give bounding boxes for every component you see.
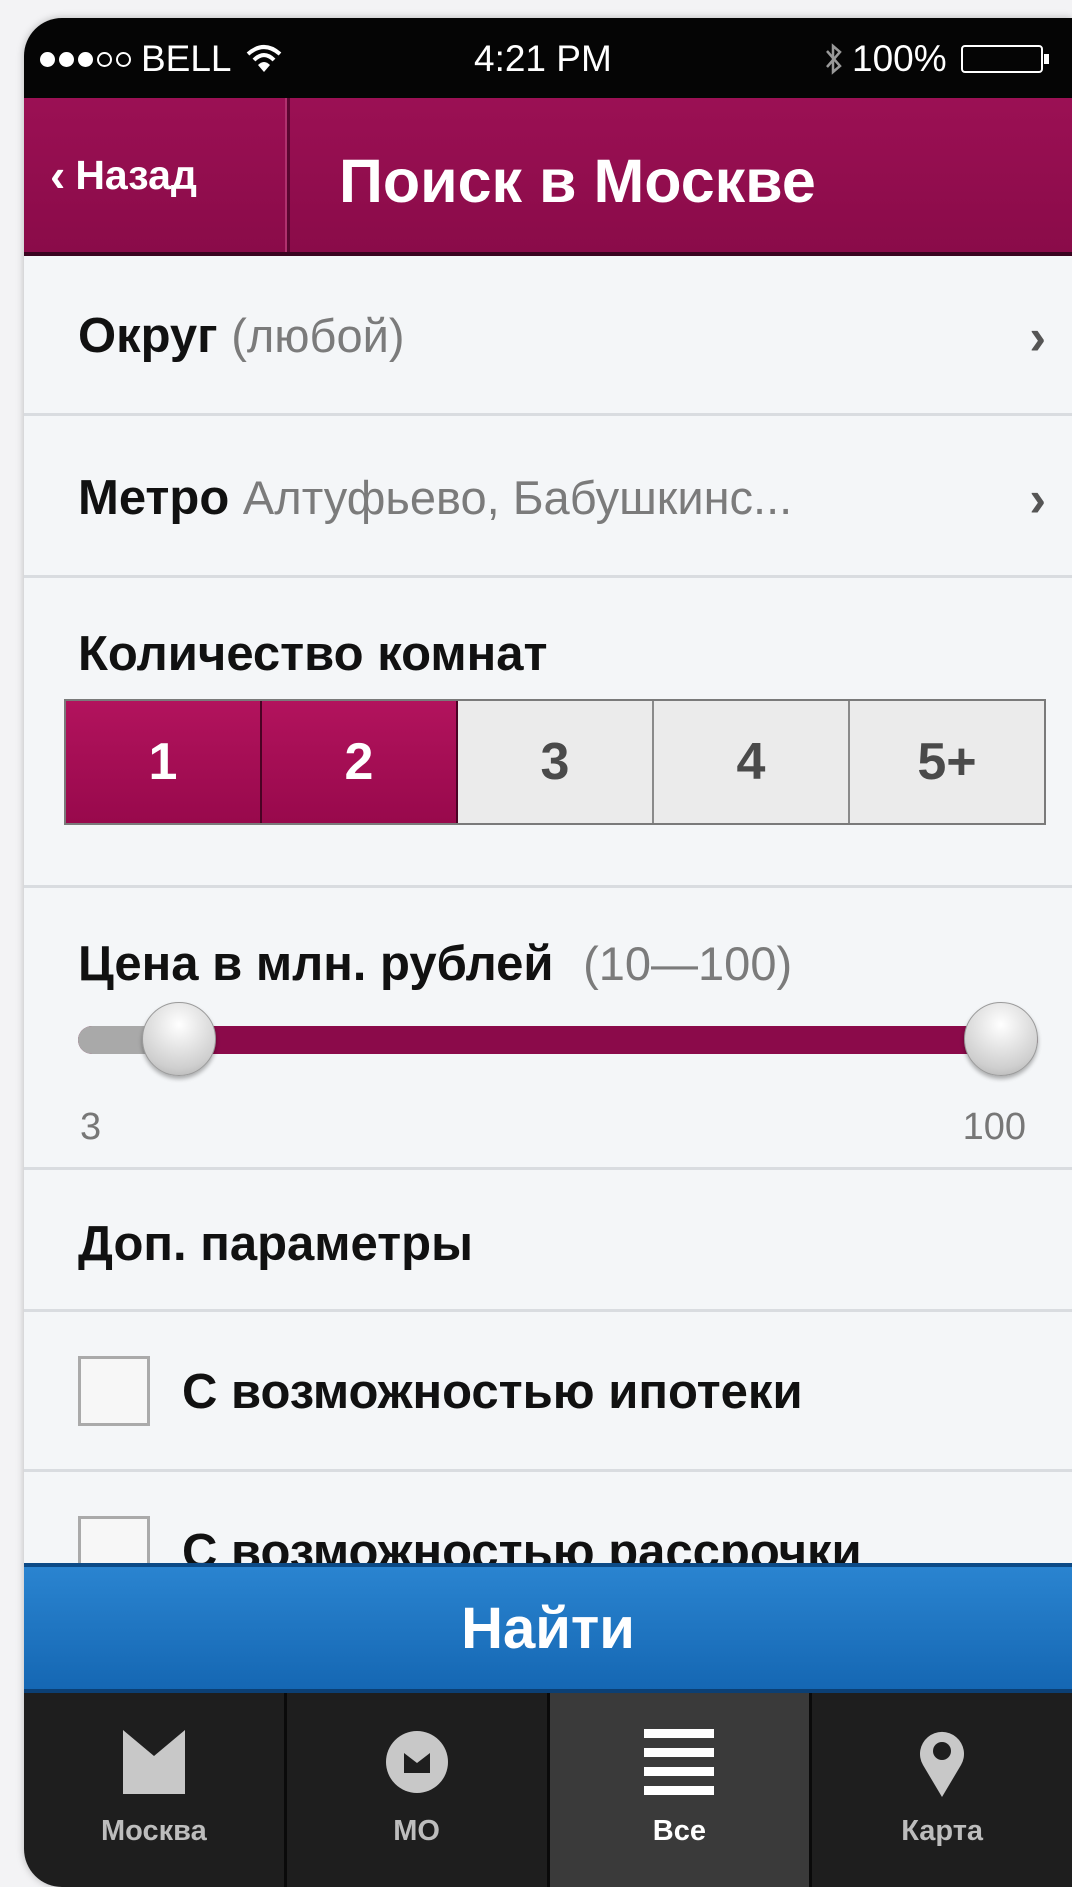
slider-max-label: 100 xyxy=(962,1106,1026,1148)
tab-label: Карта xyxy=(901,1815,984,1847)
price-range-text: (10—100) xyxy=(583,937,793,990)
wifi-icon xyxy=(246,45,281,72)
checkbox-row-mortgage[interactable]: С возможностью ипотеки xyxy=(24,1312,1072,1472)
battery-percent: 100% xyxy=(852,38,947,79)
tab-label: МО xyxy=(393,1815,440,1847)
district-row[interactable]: Округ (любой) › xyxy=(24,256,1072,416)
back-button[interactable]: ‹ Назад xyxy=(24,98,290,252)
rooms-option-4[interactable]: 4 xyxy=(654,701,850,823)
metro-row[interactable]: Метро Алтуфьево, Бабушкинс... › xyxy=(24,416,1072,578)
rooms-option-1[interactable]: 1 xyxy=(66,701,262,823)
mortgage-label: С возможностью ипотеки xyxy=(182,1365,803,1419)
navigation-bar: ‹ Назад Поиск в Москве xyxy=(24,98,1072,256)
price-label-group: Цена в млн. рублей (10—100) xyxy=(78,936,792,992)
region-badge-icon xyxy=(385,1731,448,1793)
rooms-option-3[interactable]: 3 xyxy=(458,701,654,823)
slider-min-label: 3 xyxy=(80,1106,102,1148)
slider-track-active xyxy=(78,1026,1038,1054)
find-button[interactable]: Найти xyxy=(24,1563,1072,1693)
map-pin-icon xyxy=(920,1731,965,1797)
district-value: (любой) xyxy=(231,309,405,362)
tab-bar: Москва МО Все Карта xyxy=(24,1693,1072,1887)
carrier-info: BELL xyxy=(40,38,282,80)
district-label: Округ xyxy=(78,309,218,363)
tab-all[interactable]: Все xyxy=(549,1693,813,1887)
chevron-right-icon: › xyxy=(1029,309,1046,365)
tab-region[interactable]: МО xyxy=(287,1693,550,1887)
tab-label: Все xyxy=(652,1815,706,1847)
extra-params-header: Доп. параметры xyxy=(24,1170,1072,1312)
district-label-group: Округ (любой) xyxy=(78,308,405,364)
chevron-left-icon: ‹ xyxy=(50,149,66,201)
tab-map[interactable]: Карта xyxy=(812,1693,1072,1887)
status-right: 100% xyxy=(824,38,1049,80)
rooms-label: Количество комнат xyxy=(78,627,548,681)
clock: 4:21 PM xyxy=(474,38,612,79)
carrier-name: BELL xyxy=(141,38,232,79)
mortgage-checkbox[interactable] xyxy=(78,1356,150,1426)
rooms-segmented-control: 1 2 3 4 5+ xyxy=(64,699,1046,825)
slider-max-handle[interactable] xyxy=(964,1002,1038,1076)
battery-icon xyxy=(960,45,1049,73)
signal-strength-icon xyxy=(40,51,131,67)
metro-value: Алтуфьево, Бабушкинс... xyxy=(242,471,793,524)
tab-moscow[interactable]: Москва xyxy=(24,1693,287,1887)
price-slider[interactable] xyxy=(78,1002,1038,1076)
chevron-right-icon: › xyxy=(1029,471,1046,527)
metro-label-group: Метро Алтуфьево, Бабушкинс... xyxy=(78,470,792,526)
bluetooth-icon xyxy=(826,43,842,75)
rooms-option-5[interactable]: 5+ xyxy=(850,701,1044,823)
metro-label: Метро xyxy=(78,471,230,525)
list-icon xyxy=(644,1729,715,1795)
price-label: Цена в млн. рублей xyxy=(78,937,554,991)
back-label: Назад xyxy=(75,151,197,198)
rooms-option-2[interactable]: 2 xyxy=(262,701,458,823)
status-bar: BELL 4:21 PM 100% xyxy=(24,18,1072,98)
slider-min-handle[interactable] xyxy=(141,1002,216,1076)
moscow-m-icon xyxy=(122,1730,185,1794)
phone-screen: BELL 4:21 PM 100% ‹ Назад Поиск в Москве… xyxy=(24,18,1072,1887)
extra-params-label: Доп. параметры xyxy=(78,1217,473,1271)
tab-label: Москва xyxy=(101,1815,207,1847)
page-title: Поиск в Москве xyxy=(339,147,816,215)
